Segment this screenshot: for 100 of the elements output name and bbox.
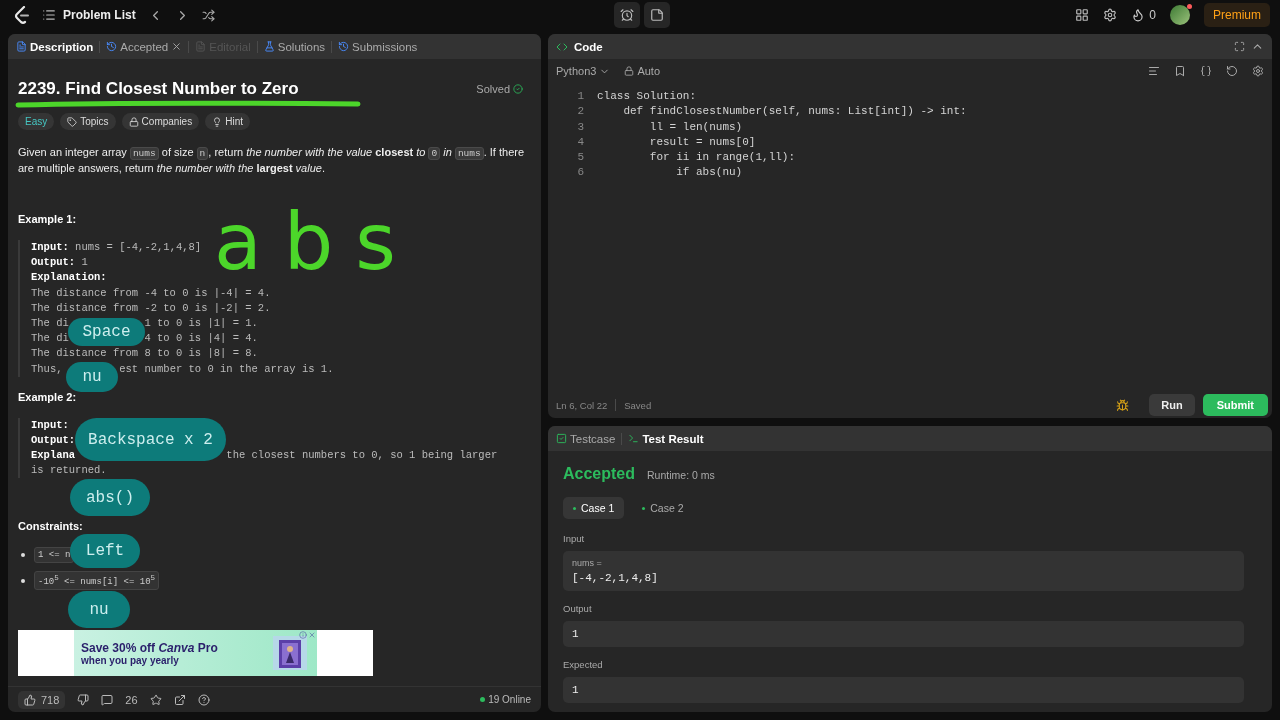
tag-button[interactable]: Companies	[121, 113, 200, 130]
line-number: 4	[576, 134, 584, 150]
reset-icon[interactable]	[1226, 65, 1238, 77]
panel-tab[interactable]: Solutions	[263, 40, 326, 53]
example-heading: Example 1:	[18, 213, 78, 225]
example-line: The di	[31, 315, 69, 331]
constraints-heading: Constraints:	[18, 520, 84, 533]
example-line: Input:	[31, 417, 69, 433]
output-label: Output	[563, 603, 593, 614]
logo-icon[interactable]	[14, 6, 30, 24]
code-line: class Solution:	[597, 89, 698, 104]
tag-icon	[67, 116, 78, 127]
input-box: nums = [-4,-2,1,4,8]	[563, 551, 1244, 591]
panel-tab[interactable]: Submissions	[338, 40, 418, 53]
example-line: 4 to 0 is |4| = 4.	[144, 331, 258, 347]
panel-tab[interactable]: Test Result	[628, 432, 704, 445]
grid-icon[interactable]	[1075, 8, 1090, 22]
star-icon[interactable]	[149, 693, 162, 706]
document-icon	[16, 41, 27, 52]
example-line: Thus,	[31, 361, 63, 377]
dislike-icon[interactable]	[77, 693, 90, 706]
run-button[interactable]: Run	[1149, 394, 1195, 416]
help-icon[interactable]	[197, 693, 210, 706]
problem-description: Given an integer array nums of size n , return the number with the value closest to 0 in nums . If there are multiple answers, return the number with the largest value.	[18, 145, 526, 176]
solved-status: Solved	[476, 83, 523, 95]
example-line: The di	[31, 331, 69, 347]
ad-subline: when you pay yearly	[81, 654, 180, 666]
settings-icon[interactable]	[1252, 65, 1264, 77]
list-icon	[42, 8, 56, 22]
constraint: -10$^{5}$ <= nums[i] <= 10$^{5}$	[34, 571, 160, 591]
verdict: Accepted	[563, 465, 636, 483]
line-number: 3	[576, 119, 584, 135]
case-tab[interactable]: Case 1	[563, 497, 625, 519]
case-tab[interactable]: Case 2	[632, 497, 694, 519]
line-number: 1	[576, 89, 584, 104]
braces-icon[interactable]	[1200, 65, 1212, 77]
note-icon	[650, 8, 664, 22]
checkbox-icon	[556, 433, 567, 444]
key-press-bubble: Backspace x 2	[75, 418, 226, 461]
difficulty-tag[interactable]: Easy	[18, 113, 55, 130]
flask-icon	[263, 41, 275, 52]
problem-title: 2239. Find Closest Number to Zero	[18, 79, 299, 99]
expected-box: 1	[563, 677, 1244, 703]
code-title: Code	[574, 40, 603, 53]
example-heading: Example 2:	[18, 390, 78, 403]
share-icon[interactable]	[173, 693, 186, 706]
save-status: Saved	[624, 399, 652, 411]
example-line: The distance from 8 to 0 is |8| = 8.	[31, 346, 258, 362]
maximize-icon[interactable]	[1234, 41, 1245, 52]
comment-icon[interactable]	[101, 693, 114, 706]
alarm-clock-icon	[620, 8, 634, 22]
key-press-bubble: abs()	[70, 479, 150, 516]
example-line: est number to 0 in the array is 1.	[119, 361, 334, 377]
bug-icon[interactable]	[1116, 398, 1130, 412]
alarm-button[interactable]	[614, 2, 640, 28]
code-line: if abs(nu)	[675, 165, 744, 181]
output-box: 1	[563, 621, 1244, 647]
panel-tab[interactable]: Testcase	[556, 432, 616, 445]
comment-count: 26	[125, 693, 138, 706]
expected-label: Expected	[563, 659, 604, 670]
example-line: Input: nums = [-4,-2,1,4,8]	[31, 240, 202, 255]
tag-button[interactable]: Topics	[60, 113, 116, 130]
document-icon	[195, 41, 207, 52]
example-line: Explana	[31, 448, 76, 464]
shuffle-icon[interactable]	[201, 8, 215, 22]
problem-list-link[interactable]: Problem List	[42, 8, 136, 22]
auto-toggle[interactable]: Auto	[624, 65, 660, 77]
line-number: 2	[576, 104, 584, 120]
online-count: 19 Online	[480, 694, 531, 705]
thumbs-up-icon	[24, 693, 36, 706]
panel-tab[interactable]: Accepted	[106, 40, 183, 53]
ad-headline: Save 30% off Canva Pro	[81, 640, 218, 655]
settings-icon[interactable]	[1103, 8, 1118, 22]
line-number: 6	[576, 165, 584, 181]
history-icon	[338, 41, 350, 52]
avatar[interactable]	[1170, 5, 1190, 25]
runtime: Runtime: 0 ms	[647, 469, 715, 481]
panel-tab[interactable]: Description	[16, 40, 94, 53]
code-line: for ii in range(1,ll):	[648, 150, 797, 166]
lock-icon	[624, 66, 635, 76]
code-line: result = nums[0]	[648, 134, 757, 150]
cursor-position: Ln 6, Col 22	[556, 399, 608, 411]
example-line: 1 to 0 is |1| = 1.	[144, 315, 258, 331]
example-line: Output:	[31, 432, 76, 448]
language-select[interactable]: Python3	[556, 65, 611, 77]
example-line: Output: 1	[31, 255, 88, 271]
format-icon[interactable]	[1148, 65, 1160, 77]
like-button[interactable]: 718	[18, 690, 66, 709]
example-line: is returned.	[31, 463, 107, 479]
close-icon[interactable]	[171, 41, 183, 52]
code-line: def findClosestNumber(self, nums: List[int]) -> int:	[622, 104, 967, 120]
line-number: 5	[576, 150, 584, 166]
bookmark-icon[interactable]	[1174, 65, 1186, 77]
note-button[interactable]	[644, 2, 670, 28]
example-line: Explanation:	[31, 270, 107, 286]
premium-button[interactable]: Premium	[1204, 3, 1270, 27]
flame-icon	[1131, 8, 1146, 22]
example-line: The distance from -4 to 0 is |-4| = 4.	[31, 285, 271, 301]
tag-button[interactable]: Hint	[205, 113, 250, 130]
terminal-icon	[628, 433, 640, 444]
